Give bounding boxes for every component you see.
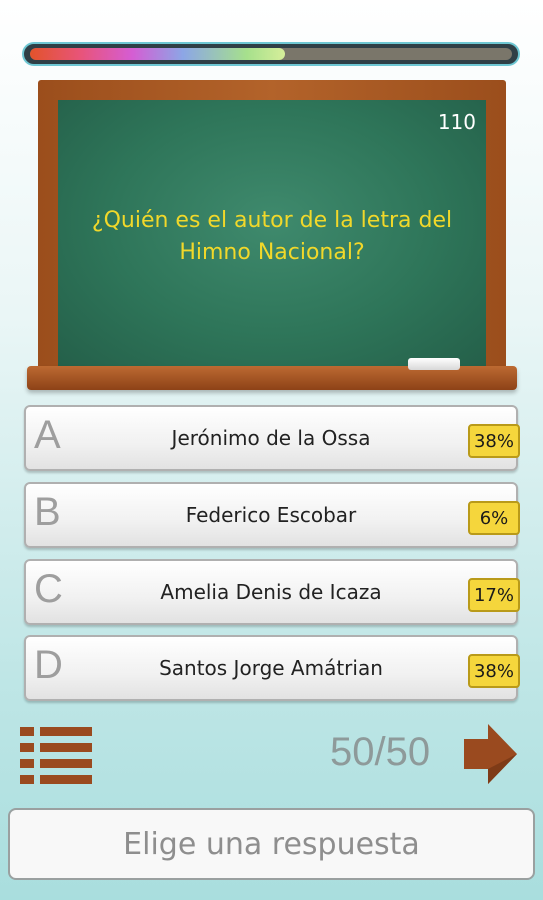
answer-text: Jerónimo de la Ossa bbox=[171, 426, 371, 450]
answer-letter: B bbox=[34, 490, 61, 534]
question-counter: 50/50 bbox=[330, 730, 431, 774]
progress-fill bbox=[30, 48, 286, 60]
chalkboard: 110 ¿Quién es el autor de la letra del H… bbox=[38, 80, 506, 370]
answer-letter: D bbox=[34, 643, 63, 687]
chalkboard-surface: 110 ¿Quién es el autor de la letra del H… bbox=[58, 100, 486, 370]
chalk-piece bbox=[408, 358, 460, 370]
answer-letter: A bbox=[34, 413, 61, 457]
answer-option-a[interactable]: A Jerónimo de la Ossa 38% bbox=[24, 405, 520, 471]
status-message: Elige una respuesta bbox=[8, 808, 535, 880]
answer-letter: C bbox=[34, 567, 63, 611]
answer-percent-badge: 38% bbox=[468, 424, 520, 458]
answer-text: Amelia Denis de Icaza bbox=[160, 580, 382, 604]
answer-option-d[interactable]: D Santos Jorge Amátrian 38% bbox=[24, 635, 520, 701]
next-arrow-icon[interactable] bbox=[462, 723, 518, 785]
answer-percent-badge: 6% bbox=[468, 501, 520, 535]
answer-text: Federico Escobar bbox=[185, 503, 357, 527]
question-text: ¿Quién es el autor de la letra del Himno… bbox=[91, 208, 453, 265]
answer-percent-badge: 38% bbox=[468, 654, 520, 688]
answer-percent-badge: 17% bbox=[468, 578, 520, 612]
list-menu-icon[interactable] bbox=[20, 727, 92, 785]
answer-option-c[interactable]: C Amelia Denis de Icaza 17% bbox=[24, 559, 520, 625]
progress-track bbox=[30, 48, 512, 60]
progress-bar bbox=[22, 42, 520, 66]
answer-option-b[interactable]: B Federico Escobar 6% bbox=[24, 482, 520, 548]
score-counter: 110 bbox=[437, 110, 476, 134]
answer-text: Santos Jorge Amátrian bbox=[159, 656, 383, 680]
